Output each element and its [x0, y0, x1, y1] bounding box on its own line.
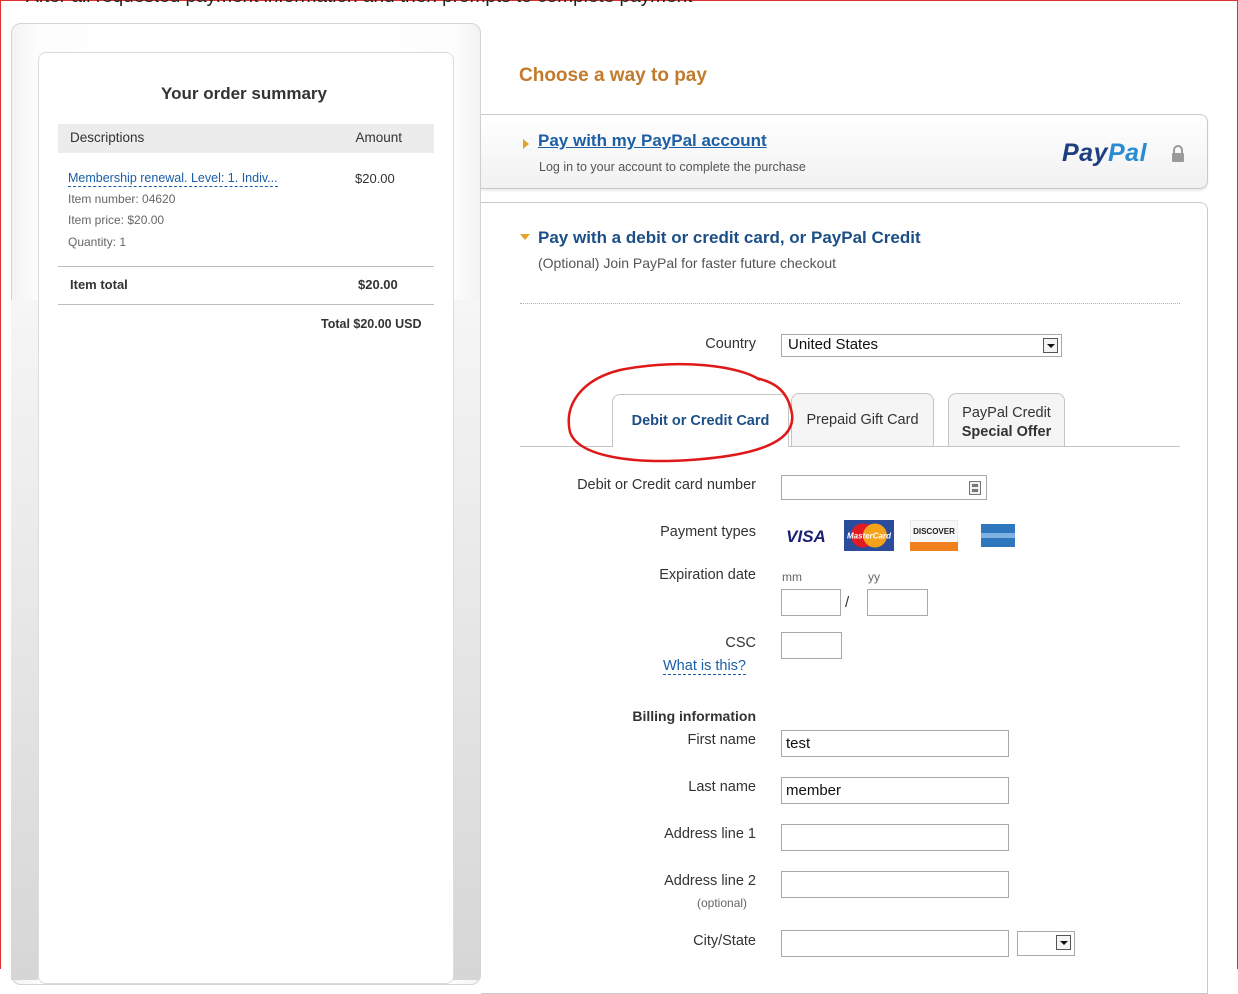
expand-arrow-icon [523, 139, 529, 149]
annotation-circle [567, 362, 794, 463]
country-selected-value: United States [788, 336, 879, 353]
first-name-input[interactable] [781, 730, 1009, 757]
svg-text:DISCOVER: DISCOVER [913, 527, 955, 536]
exp-year-input[interactable] [867, 589, 928, 616]
pay-with-paypal-link[interactable]: Pay with my PayPal account [538, 131, 767, 151]
discover-card-icon: DISCOVER [910, 520, 958, 551]
state-select[interactable] [1017, 931, 1075, 956]
address2-input[interactable] [781, 871, 1009, 898]
country-label: Country [705, 336, 756, 352]
city-input[interactable] [781, 930, 1009, 957]
address2-optional-hint: (optional) [697, 896, 748, 910]
item-total-value: $20.00 [358, 277, 398, 292]
card-number-label: Debit or Credit card number [577, 477, 756, 493]
tab-label-line2: Special Offer [961, 424, 1052, 440]
dotted-divider [520, 303, 1180, 304]
country-select[interactable]: United States [781, 334, 1062, 357]
exp-separator: / [845, 594, 850, 611]
order-summary-header: Descriptions Amount [58, 124, 434, 153]
amount-column-header: Amount [355, 130, 402, 145]
visa-card-icon: VISA [781, 520, 831, 551]
item-number: Item number: 04620 [68, 192, 176, 206]
right-gutter-shade [453, 300, 480, 980]
address1-input[interactable] [781, 824, 1009, 851]
logo-pay: Pay [1062, 139, 1108, 167]
csc-help-link[interactable]: What is this? [663, 658, 746, 675]
tab-label-line1: PayPal Credit [962, 405, 1051, 421]
csc-input[interactable] [781, 632, 842, 659]
card-option-title[interactable]: Pay with a debit or credit card, or PayP… [538, 228, 921, 248]
lock-icon [1172, 145, 1184, 162]
payment-types-label: Payment types [660, 524, 756, 540]
item-amount: $20.00 [355, 171, 395, 186]
collapse-arrow-icon [520, 234, 530, 240]
top-instruction: After all requested payment information … [26, 0, 692, 8]
left-gutter-shade [11, 300, 38, 980]
exp-month-hint: mm [782, 570, 802, 584]
paypal-logo: PayPal [1062, 139, 1147, 168]
logo-pal: Pal [1107, 139, 1148, 167]
order-summary-title: Your order summary [161, 84, 327, 103]
choose-payment-title: Choose a way to pay [519, 65, 707, 86]
mastercard-icon: MasterCard [844, 520, 894, 551]
chevron-down-icon [1043, 338, 1058, 353]
chevron-down-icon [1056, 935, 1071, 950]
address1-label: Address line 1 [664, 826, 756, 842]
city-state-label: City/State [693, 933, 756, 949]
amex-card-icon [981, 524, 1015, 547]
exp-month-input[interactable] [781, 589, 841, 616]
expiration-label: Expiration date [659, 567, 756, 583]
descriptions-column-header: Descriptions [70, 130, 145, 145]
last-name-label: Last name [688, 779, 756, 795]
exp-year-hint: yy [868, 570, 880, 584]
last-name-input[interactable] [781, 777, 1009, 804]
divider [58, 266, 434, 267]
card-option-subtitle: (Optional) Join PayPal for faster future… [538, 255, 837, 271]
item-total-label: Item total [70, 277, 128, 292]
paypal-option-subtitle: Log in to your account to complete the p… [539, 160, 806, 174]
grand-total: Total $20.00 USD [321, 317, 422, 331]
item-quantity: Quantity: 1 [68, 235, 127, 249]
card-id-icon [969, 481, 981, 495]
card-number-input[interactable] [781, 475, 987, 500]
csc-label: CSC [725, 635, 756, 651]
item-name-link[interactable]: Membership renewal. Level: 1. Indiv... [68, 171, 278, 187]
billing-info-header: Billing information [632, 708, 756, 724]
divider [58, 304, 434, 305]
tab-label: Prepaid Gift Card [806, 412, 919, 428]
tab-paypal-credit[interactable]: PayPal Credit Special Offer [948, 393, 1065, 446]
tab-prepaid-gift-card[interactable]: Prepaid Gift Card [791, 393, 934, 446]
item-price: Item price: $20.00 [68, 213, 165, 227]
first-name-label: First name [687, 732, 757, 748]
address2-label: Address line 2 [664, 873, 756, 889]
svg-text:VISA: VISA [786, 527, 826, 546]
svg-text:MasterCard: MasterCard [847, 532, 892, 541]
